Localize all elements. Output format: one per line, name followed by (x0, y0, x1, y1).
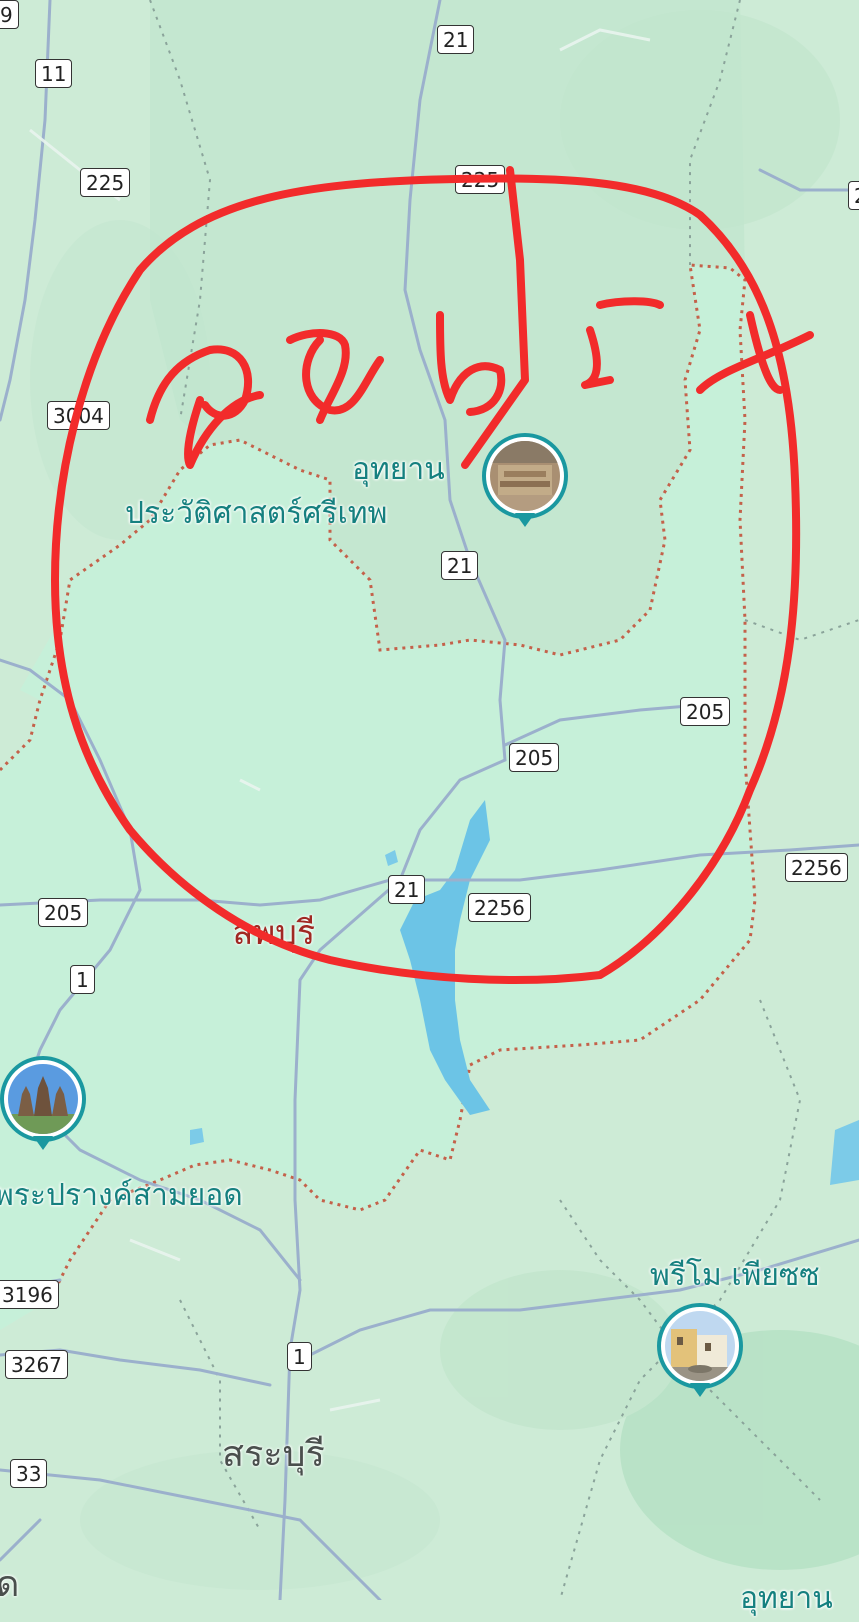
road-shield: 2 (848, 181, 859, 210)
primo-piazza-label[interactable]: พรีโม เพียซซ (650, 1252, 820, 1299)
pond2 (190, 1128, 204, 1145)
si-thep-pin[interactable] (482, 433, 568, 533)
pin-tail (515, 513, 535, 527)
primo-piazza-pin[interactable] (657, 1303, 743, 1403)
road-shield: 9 (0, 0, 19, 29)
piazza-photo-icon (665, 1311, 735, 1381)
temple-photo-icon (8, 1064, 78, 1134)
phra-prang-pin[interactable] (0, 1056, 86, 1156)
road-shield: 3267 (5, 1350, 68, 1379)
si-thep-label-line1[interactable]: อุทยาน (352, 446, 445, 493)
pin-frame (482, 433, 568, 519)
pin-frame (0, 1056, 86, 1142)
lopburi-province-label: ลพบุรี (232, 913, 316, 953)
road-shield: 225 (455, 165, 506, 194)
edge-label-left: ัด (0, 1564, 20, 1605)
road-shield: 21 (441, 551, 479, 580)
pin-tail (690, 1383, 710, 1397)
saraburi-label: สระบุรี (222, 1434, 325, 1475)
si-thep-label-line2[interactable]: ประวัติศาสตร์ศรีเทพ (125, 490, 387, 537)
road-shield: 11 (35, 59, 73, 88)
road-shield: 3196 (0, 1280, 59, 1309)
phra-prang-label[interactable]: พระปรางค์สามยอด (0, 1172, 243, 1219)
ruins-photo-icon (490, 441, 560, 511)
road-shield: 2256 (468, 893, 531, 922)
road-shield: 205 (680, 697, 731, 726)
road-shield: 225 (80, 168, 131, 197)
pin-tail (33, 1136, 53, 1150)
road-shield: 2256 (785, 853, 848, 882)
road-shield: 33 (10, 1459, 48, 1488)
road-shield: 1 (287, 1342, 312, 1371)
road-shield: 205 (38, 898, 89, 927)
road-shield: 3004 (47, 401, 110, 430)
pin-frame (657, 1303, 743, 1389)
road-shield: 21 (437, 25, 475, 54)
edge-label-bottom-right: อุทยาน (740, 1581, 833, 1616)
road-shield: 205 (509, 743, 560, 772)
road-shield: 1 (70, 965, 95, 994)
road-shield: 21 (388, 875, 426, 904)
